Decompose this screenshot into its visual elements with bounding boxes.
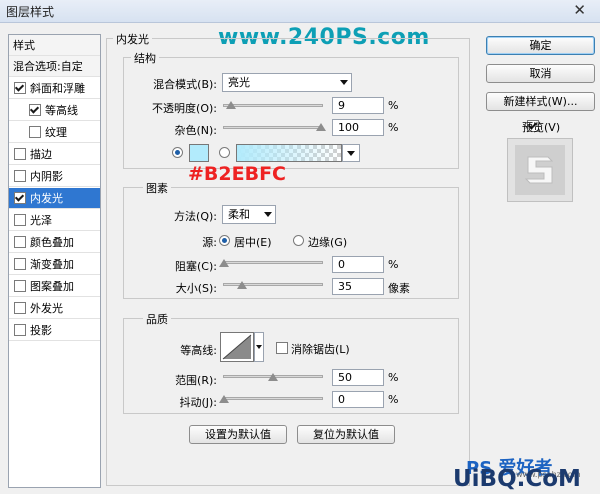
- glow-color-swatch[interactable]: [189, 144, 209, 162]
- contour-preview[interactable]: [220, 332, 254, 362]
- quality-title: 品质: [143, 311, 171, 327]
- glow-gradient-bar[interactable]: [236, 144, 342, 162]
- jitter-slider-thumb[interactable]: [219, 395, 229, 403]
- jitter-slider-track[interactable]: [223, 397, 323, 400]
- style-item-pattern-overlay[interactable]: 图案叠加: [9, 276, 100, 297]
- gradient-radio[interactable]: [219, 147, 230, 158]
- title-bar: 图层样式 ✕: [0, 0, 600, 23]
- jitter-label: 抖动(J):: [179, 396, 217, 409]
- size-slider-thumb[interactable]: [237, 281, 247, 289]
- chevron-down-icon: [256, 345, 262, 349]
- checkbox-color-overlay[interactable]: [14, 236, 26, 248]
- style-item-inner-shadow[interactable]: 内阴影: [9, 166, 100, 187]
- noise-slider-track[interactable]: [223, 126, 323, 129]
- choke-label: 阻塞(C):: [175, 260, 217, 273]
- style-item-bevel-emboss[interactable]: 斜面和浮雕: [9, 78, 100, 99]
- choke-unit: %: [388, 258, 399, 271]
- style-preview-thumbnail: [507, 138, 573, 202]
- jitter-input[interactable]: 0: [332, 391, 384, 408]
- checkbox-pattern-overlay[interactable]: [14, 280, 26, 292]
- style-item-stroke[interactable]: 描边: [9, 144, 100, 165]
- blend-mode-select[interactable]: 亮光: [222, 73, 352, 92]
- contour-curve-icon: [222, 334, 252, 360]
- ok-button[interactable]: 确定: [486, 36, 595, 55]
- checkbox-inner-shadow[interactable]: [14, 170, 26, 182]
- choke-slider-thumb[interactable]: [219, 259, 229, 267]
- checkbox-stroke[interactable]: [14, 148, 26, 160]
- checkbox-drop-shadow[interactable]: [14, 324, 26, 336]
- size-unit: 像素: [388, 282, 410, 295]
- checkbox-texture[interactable]: [29, 126, 41, 138]
- opacity-slider-track[interactable]: [223, 104, 323, 107]
- source-center-radio[interactable]: [219, 235, 230, 246]
- size-label: 大小(S):: [175, 282, 217, 295]
- opacity-label: 不透明度(O):: [152, 102, 217, 115]
- source-edge-label: 边缘(G): [308, 236, 348, 249]
- source-center-label: 居中(E): [234, 236, 272, 249]
- style-item-drop-shadow[interactable]: 投影: [9, 320, 100, 341]
- preview-glyph-icon: [515, 145, 565, 195]
- elements-title: 图素: [143, 180, 171, 196]
- noise-label: 杂色(N):: [174, 124, 217, 137]
- checkbox-inner-glow[interactable]: [14, 192, 26, 204]
- checkbox-outer-glow[interactable]: [14, 302, 26, 314]
- technique-select[interactable]: 柔和: [222, 205, 276, 224]
- contour-dropdown[interactable]: [254, 332, 264, 362]
- technique-label: 方法(Q):: [174, 210, 217, 223]
- styles-header[interactable]: 样式: [9, 35, 100, 56]
- style-item-satin[interactable]: 光泽: [9, 210, 100, 231]
- range-input[interactable]: 50: [332, 369, 384, 386]
- antialias-label: 消除锯齿(L): [291, 343, 350, 356]
- style-item-contour[interactable]: 等高线: [9, 100, 100, 121]
- contour-label: 等高线:: [180, 344, 217, 357]
- source-label: 源:: [202, 236, 217, 249]
- style-item-gradient-overlay[interactable]: 渐变叠加: [9, 254, 100, 275]
- jitter-unit: %: [388, 393, 399, 406]
- choke-slider-track[interactable]: [223, 261, 323, 264]
- style-item-texture[interactable]: 纹理: [9, 122, 100, 143]
- chevron-down-icon: [340, 80, 348, 85]
- style-item-inner-glow[interactable]: 内发光: [9, 188, 100, 209]
- blending-options-item[interactable]: 混合选项:自定: [9, 56, 100, 77]
- preview-label: 预览(V): [522, 121, 561, 134]
- opacity-slider-thumb[interactable]: [226, 101, 236, 109]
- blend-mode-label: 混合模式(B):: [153, 78, 217, 91]
- range-slider-thumb[interactable]: [268, 373, 278, 381]
- new-style-button[interactable]: 新建样式(W)...: [486, 92, 595, 111]
- noise-unit: %: [388, 121, 399, 134]
- reset-default-button[interactable]: 复位为默认值: [297, 425, 395, 444]
- close-icon[interactable]: ✕: [573, 1, 586, 19]
- chevron-down-icon: [264, 212, 272, 217]
- opacity-input[interactable]: 9: [332, 97, 384, 114]
- chevron-down-icon: [347, 151, 355, 156]
- choke-input[interactable]: 0: [332, 256, 384, 273]
- noise-slider-thumb[interactable]: [316, 123, 326, 131]
- color-annotation: #B2EBFC: [188, 163, 287, 185]
- antialias-checkbox[interactable]: [276, 342, 288, 354]
- checkbox-satin[interactable]: [14, 214, 26, 226]
- watermark-brand: UiBQ.CoM: [453, 466, 581, 492]
- window-title: 图层样式: [6, 5, 55, 19]
- checkbox-gradient-overlay[interactable]: [14, 258, 26, 270]
- styles-list: 样式 混合选项:自定 斜面和浮雕 等高线 纹理 描边 内阴影 内发光 光泽 颜色…: [8, 34, 101, 488]
- noise-input[interactable]: 100: [332, 119, 384, 136]
- checkbox-contour[interactable]: [29, 104, 41, 116]
- size-input[interactable]: 35: [332, 278, 384, 295]
- solid-color-radio[interactable]: [172, 147, 183, 158]
- source-edge-radio[interactable]: [293, 235, 304, 246]
- set-default-button[interactable]: 设置为默认值: [189, 425, 287, 444]
- range-unit: %: [388, 371, 399, 384]
- checkbox-bevel-emboss[interactable]: [14, 82, 26, 94]
- gradient-dropdown[interactable]: [342, 144, 360, 162]
- structure-title: 结构: [131, 50, 159, 66]
- style-item-color-overlay[interactable]: 颜色叠加: [9, 232, 100, 253]
- range-label: 范围(R):: [175, 374, 217, 387]
- style-item-outer-glow[interactable]: 外发光: [9, 298, 100, 319]
- cancel-button[interactable]: 取消: [486, 64, 595, 83]
- inner-glow-title: 内发光: [113, 31, 152, 47]
- opacity-unit: %: [388, 99, 399, 112]
